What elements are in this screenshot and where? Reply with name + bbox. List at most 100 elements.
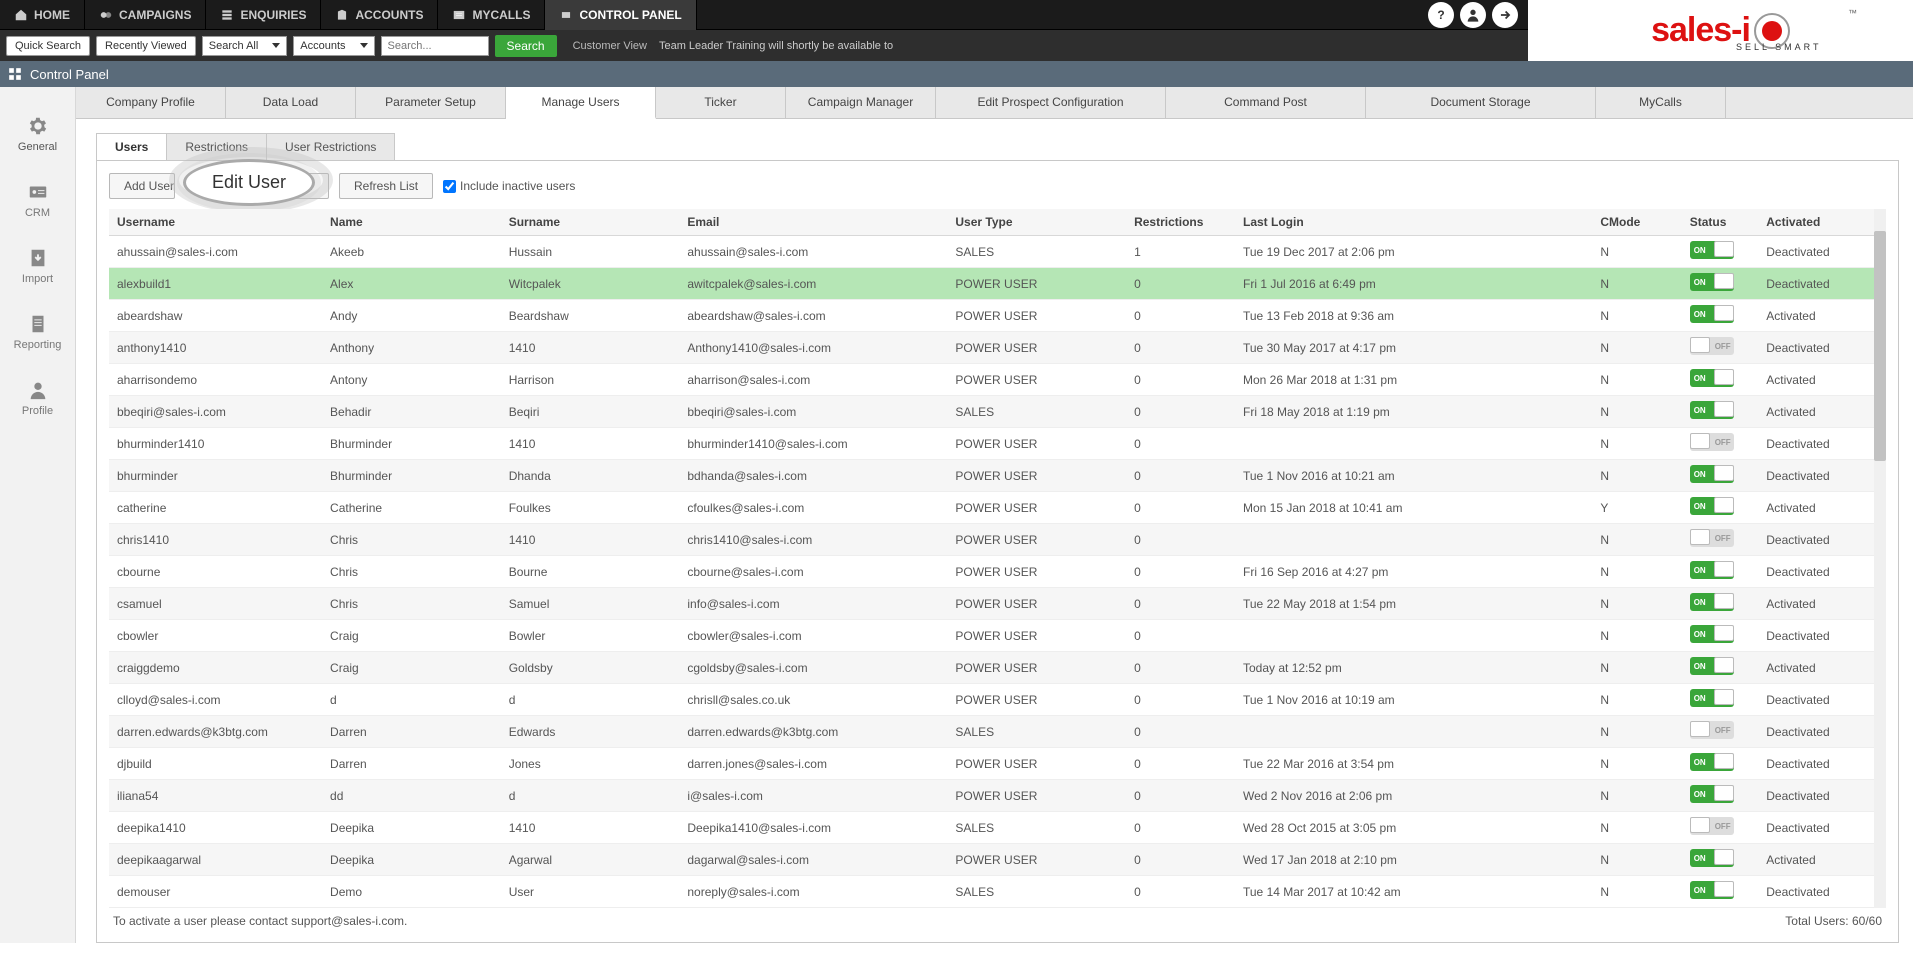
table-row[interactable]: chris1410Chris1410chris1410@sales-i.comP… <box>109 524 1886 556</box>
search-input[interactable] <box>381 36 489 56</box>
logout-button[interactable] <box>1492 2 1518 28</box>
search-all-dropdown[interactable]: Search All <box>202 36 288 56</box>
table-row[interactable]: iliana54dddi@sales-i.comPOWER USER0Wed 2… <box>109 780 1886 812</box>
col-header-status[interactable]: Status <box>1682 209 1759 236</box>
users-table: UsernameNameSurnameEmailUser TypeRestric… <box>109 209 1886 908</box>
include-inactive-checkbox[interactable]: Include inactive users <box>443 179 575 193</box>
tab-campaign-manager[interactable]: Campaign Manager <box>786 87 936 118</box>
tab-company-profile[interactable]: Company Profile <box>76 87 226 118</box>
table-row[interactable]: clloyd@sales-i.comddchrisll@sales.co.ukP… <box>109 684 1886 716</box>
table-row[interactable]: deepikaagarwalDeepikaAgarwaldagarwal@sal… <box>109 844 1886 876</box>
col-header-email[interactable]: Email <box>679 209 947 236</box>
status-toggle[interactable]: ON <box>1690 273 1734 291</box>
table-row[interactable]: catherineCatherineFoulkescfoulkes@sales-… <box>109 492 1886 524</box>
status-toggle[interactable]: ON <box>1690 241 1734 259</box>
status-toggle[interactable]: ON <box>1690 369 1734 387</box>
col-header-cmode[interactable]: CMode <box>1592 209 1681 236</box>
table-row[interactable]: bbeqiri@sales-i.comBehadirBeqiribbeqiri@… <box>109 396 1886 428</box>
table-row[interactable]: aharrisondemoAntonyHarrisonaharrison@sal… <box>109 364 1886 396</box>
doc-icon <box>27 313 49 335</box>
quick-search-button[interactable]: Quick Search <box>6 36 90 56</box>
status-toggle[interactable]: ON <box>1690 785 1734 803</box>
tab-manage-users[interactable]: Manage Users <box>506 87 656 119</box>
status-toggle[interactable]: ON <box>1690 593 1734 611</box>
sidebar-item-crm[interactable]: CRM <box>0 167 75 233</box>
tab-data-load[interactable]: Data Load <box>226 87 356 118</box>
status-toggle[interactable]: ON <box>1690 689 1734 707</box>
tab-mycalls[interactable]: MyCalls <box>1596 87 1726 118</box>
status-toggle[interactable]: ON <box>1690 625 1734 643</box>
sidebar-item-reporting[interactable]: Reporting <box>0 299 75 365</box>
status-toggle[interactable]: ON <box>1690 849 1734 867</box>
tab-document-storage[interactable]: Document Storage <box>1366 87 1596 118</box>
sidebar-item-import[interactable]: Import <box>0 233 75 299</box>
table-row[interactable]: alexbuild1AlexWitcpalekawitcpalek@sales-… <box>109 268 1886 300</box>
scrollbar[interactable] <box>1874 209 1886 908</box>
status-toggle[interactable]: ON <box>1690 401 1734 419</box>
recently-viewed-button[interactable]: Recently Viewed <box>96 36 196 56</box>
refresh-list-button[interactable]: Refresh List <box>339 173 433 199</box>
search-button[interactable]: Search <box>495 35 557 57</box>
breadcrumb-label: Control Panel <box>30 67 109 82</box>
footer-message: To activate a user please contact suppor… <box>113 914 407 928</box>
nav-home[interactable]: HOME <box>0 0 85 30</box>
table-row[interactable]: abeardshawAndyBeardshawabeardshaw@sales-… <box>109 300 1886 332</box>
col-header-user-type[interactable]: User Type <box>947 209 1126 236</box>
col-header-activated[interactable]: Activated <box>1758 209 1886 236</box>
nav-campaigns[interactable]: CAMPAIGNS <box>85 0 206 30</box>
sidebar-item-general[interactable]: General <box>0 101 75 167</box>
col-header-last-login[interactable]: Last Login <box>1235 209 1592 236</box>
table-row[interactable]: cbowlerCraigBowlercbowler@sales-i.comPOW… <box>109 620 1886 652</box>
col-header-surname[interactable]: Surname <box>501 209 680 236</box>
help-button[interactable]: ? <box>1428 2 1454 28</box>
user-icon <box>1465 7 1481 23</box>
status-toggle[interactable]: OFF <box>1690 817 1734 835</box>
total-users: Total Users: 60/60 <box>1785 914 1882 928</box>
subtab-users[interactable]: Users <box>96 133 167 160</box>
status-toggle[interactable]: OFF <box>1690 529 1734 547</box>
status-toggle[interactable]: ON <box>1690 753 1734 771</box>
table-row[interactable]: darren.edwards@k3btg.comDarrenEdwardsdar… <box>109 716 1886 748</box>
status-toggle[interactable]: ON <box>1690 881 1734 899</box>
table-row[interactable]: csamuelChrisSamuelinfo@sales-i.comPOWER … <box>109 588 1886 620</box>
table-row[interactable]: ahussain@sales-i.comAkeebHussainahussain… <box>109 236 1886 268</box>
add-user-button[interactable]: Add User <box>109 173 175 199</box>
table-row[interactable]: anthony1410Anthony1410Anthony1410@sales-… <box>109 332 1886 364</box>
nav-accounts[interactable]: ACCOUNTS <box>321 0 438 30</box>
status-toggle[interactable]: OFF <box>1690 721 1734 739</box>
nav-enquiries[interactable]: ENQUIRIES <box>206 0 321 30</box>
table-row[interactable]: cbourneChrisBournecbourne@sales-i.comPOW… <box>109 556 1886 588</box>
status-toggle[interactable]: OFF <box>1690 337 1734 355</box>
subtab-restrictions[interactable]: Restrictions <box>166 133 267 160</box>
ticker-text: Team Leader Training will shortly be ava… <box>659 40 893 52</box>
subtab-user-restrictions[interactable]: User Restrictions <box>266 133 395 160</box>
nav-control-panel[interactable]: CONTROL PANEL <box>545 0 696 30</box>
tab-parameter-setup[interactable]: Parameter Setup <box>356 87 506 118</box>
col-header-restrictions[interactable]: Restrictions <box>1126 209 1235 236</box>
nav-mycalls[interactable]: MYCALLS <box>438 0 545 30</box>
breadcrumb: Control Panel <box>0 61 1913 87</box>
table-row[interactable]: deepika1410Deepika1410Deepika1410@sales-… <box>109 812 1886 844</box>
tab-ticker[interactable]: Ticker <box>656 87 786 118</box>
tab-edit-prospect-configuration[interactable]: Edit Prospect Configuration <box>936 87 1166 118</box>
sidebar-item-profile[interactable]: Profile <box>0 365 75 431</box>
col-header-username[interactable]: Username <box>109 209 322 236</box>
table-row[interactable]: craiggdemoCraigGoldsbycgoldsby@sales-i.c… <box>109 652 1886 684</box>
col-header-name[interactable]: Name <box>322 209 501 236</box>
status-toggle[interactable]: ON <box>1690 465 1734 483</box>
status-toggle[interactable]: OFF <box>1690 433 1734 451</box>
arrow-right-icon <box>1498 8 1512 22</box>
status-toggle[interactable]: ON <box>1690 561 1734 579</box>
table-row[interactable]: bhurminderBhurminderDhandabdhanda@sales-… <box>109 460 1886 492</box>
tab-command-post[interactable]: Command Post <box>1166 87 1366 118</box>
profile-button[interactable] <box>1460 2 1486 28</box>
status-toggle[interactable]: ON <box>1690 657 1734 675</box>
table-row[interactable]: djbuildDarrenJonesdarren.jones@sales-i.c… <box>109 748 1886 780</box>
status-toggle[interactable]: ON <box>1690 497 1734 515</box>
accounts-dropdown[interactable]: Accounts <box>293 36 374 56</box>
user-icon <box>27 379 49 401</box>
table-row[interactable]: bhurminder1410Bhurminder1410bhurminder14… <box>109 428 1886 460</box>
table-row[interactable]: demouserDemoUsernoreply@sales-i.comSALES… <box>109 876 1886 908</box>
customer-view-link[interactable]: Customer View <box>573 40 647 52</box>
status-toggle[interactable]: ON <box>1690 305 1734 323</box>
